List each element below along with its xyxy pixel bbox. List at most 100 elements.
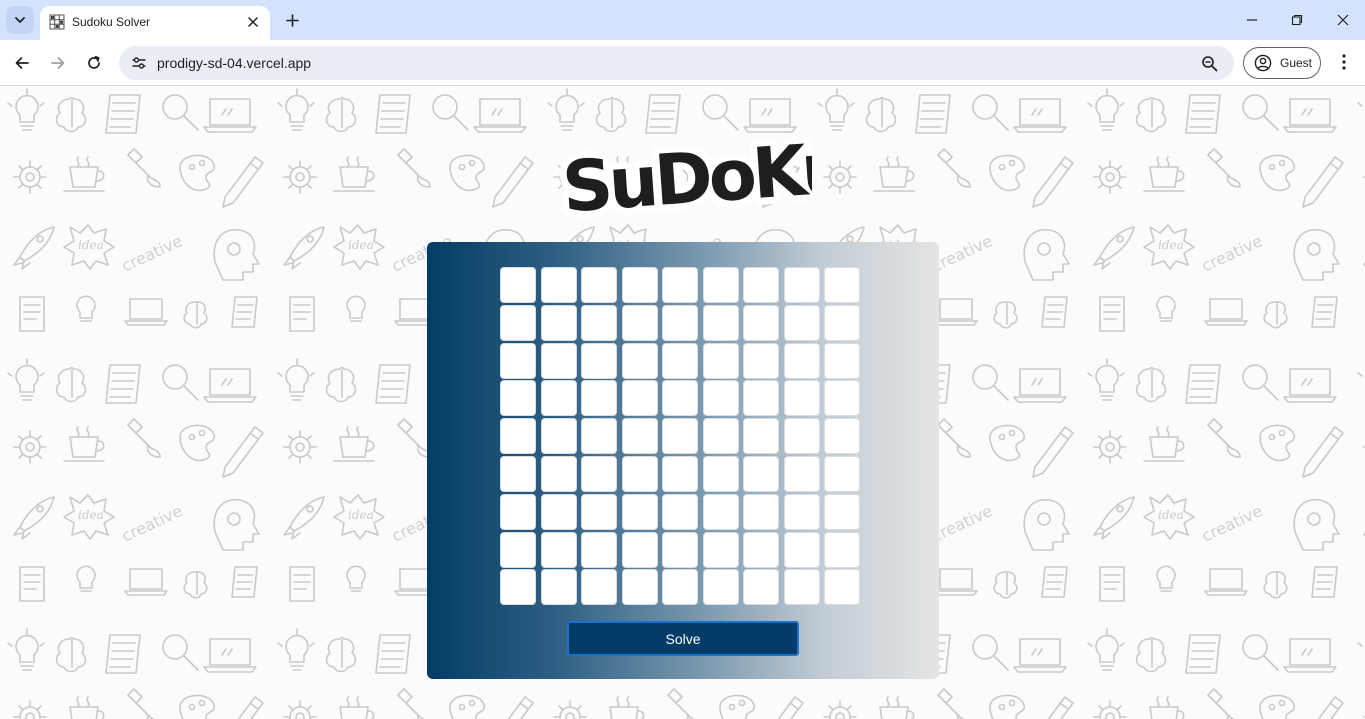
sudoku-cell[interactable]	[581, 531, 617, 568]
sudoku-cell[interactable]	[621, 455, 658, 492]
sudoku-cell[interactable]	[743, 267, 779, 303]
sudoku-cell[interactable]	[743, 569, 779, 606]
sudoku-cell[interactable]	[621, 493, 658, 530]
sudoku-cell[interactable]	[662, 455, 698, 492]
tune-icon	[132, 57, 146, 69]
sudoku-cell[interactable]	[662, 493, 698, 530]
sudoku-cell[interactable]	[621, 569, 658, 606]
sudoku-cell[interactable]	[540, 342, 577, 379]
sudoku-cell[interactable]	[581, 267, 617, 303]
sudoku-cell[interactable]	[500, 531, 536, 568]
minimize-button[interactable]	[1240, 8, 1264, 32]
sudoku-cell[interactable]	[743, 304, 779, 341]
sudoku-cell[interactable]	[621, 304, 658, 341]
sudoku-cell[interactable]	[783, 267, 820, 303]
reload-button[interactable]	[80, 49, 108, 77]
sudoku-cell[interactable]	[783, 531, 820, 568]
sudoku-cell[interactable]	[824, 304, 860, 341]
new-tab-button[interactable]	[280, 8, 304, 32]
sudoku-cell[interactable]	[581, 569, 617, 606]
sudoku-cell[interactable]	[743, 342, 779, 379]
sudoku-cell[interactable]	[500, 304, 536, 341]
sudoku-cell[interactable]	[662, 267, 698, 303]
close-window-button[interactable]	[1331, 8, 1355, 32]
sudoku-cell[interactable]	[662, 342, 698, 379]
back-button[interactable]	[8, 49, 36, 77]
sudoku-cell[interactable]	[824, 267, 860, 303]
browser-tab-active[interactable]: Sudoku Solver	[40, 6, 270, 40]
sudoku-cell[interactable]	[500, 418, 536, 455]
sudoku-cell[interactable]	[540, 531, 577, 568]
sudoku-cell[interactable]	[621, 380, 658, 417]
sudoku-cell[interactable]	[783, 380, 820, 417]
sudoku-cell[interactable]	[662, 569, 698, 606]
sudoku-cell[interactable]	[702, 569, 739, 606]
sudoku-cell[interactable]	[702, 418, 739, 455]
plus-icon	[285, 13, 299, 27]
sudoku-cell[interactable]	[824, 569, 860, 606]
sudoku-cell[interactable]	[500, 455, 536, 492]
sudoku-cell[interactable]	[702, 304, 739, 341]
sudoku-cell[interactable]	[702, 267, 739, 303]
sudoku-cell[interactable]	[783, 455, 820, 492]
sudoku-cell[interactable]	[581, 455, 617, 492]
sudoku-cell[interactable]	[621, 418, 658, 455]
sudoku-cell[interactable]	[540, 304, 577, 341]
sudoku-cell[interactable]	[500, 493, 536, 530]
sudoku-cell[interactable]	[824, 493, 860, 530]
sudoku-cell[interactable]	[824, 418, 860, 455]
sudoku-cell[interactable]	[500, 569, 536, 606]
profile-button[interactable]: Guest	[1243, 47, 1321, 79]
solve-button[interactable]: Solve	[567, 621, 799, 656]
forward-button[interactable]	[44, 49, 72, 77]
site-info-button[interactable]	[127, 51, 151, 75]
tab-close-button[interactable]	[242, 11, 264, 33]
sudoku-cell[interactable]	[540, 455, 577, 492]
sudoku-cell[interactable]	[783, 493, 820, 530]
sudoku-cell[interactable]	[540, 569, 577, 606]
sudoku-cell[interactable]	[581, 342, 617, 379]
sudoku-cell[interactable]	[540, 418, 577, 455]
sudoku-cell[interactable]	[783, 418, 820, 455]
sudoku-cell[interactable]	[581, 493, 617, 530]
sudoku-cell[interactable]	[500, 380, 536, 417]
sudoku-cell[interactable]	[702, 531, 739, 568]
sudoku-cell[interactable]	[581, 380, 617, 417]
sudoku-cell[interactable]	[702, 342, 739, 379]
sudoku-cell[interactable]	[662, 304, 698, 341]
sudoku-cell[interactable]	[540, 267, 577, 303]
sudoku-cell[interactable]	[743, 493, 779, 530]
sudoku-cell[interactable]	[540, 380, 577, 417]
sudoku-cell[interactable]	[743, 531, 779, 568]
sudoku-cell[interactable]	[702, 380, 739, 417]
sudoku-cell[interactable]	[783, 342, 820, 379]
sudoku-cell[interactable]	[662, 418, 698, 455]
sudoku-cell[interactable]	[702, 493, 739, 530]
sudoku-cell[interactable]	[662, 380, 698, 417]
sudoku-cell[interactable]	[500, 342, 536, 379]
sudoku-cell[interactable]	[743, 380, 779, 417]
sudoku-cell[interactable]	[743, 455, 779, 492]
sudoku-cell[interactable]	[500, 267, 536, 303]
restore-button[interactable]	[1285, 8, 1309, 32]
zoom-button[interactable]	[1198, 52, 1220, 74]
sudoku-favicon-icon	[49, 14, 65, 30]
sudoku-cell[interactable]	[581, 418, 617, 455]
sudoku-cell[interactable]	[824, 455, 860, 492]
sudoku-cell[interactable]	[783, 304, 820, 341]
sudoku-cell[interactable]	[581, 304, 617, 341]
sudoku-cell[interactable]	[702, 455, 739, 492]
sudoku-cell[interactable]	[662, 531, 698, 568]
sudoku-cell[interactable]	[621, 342, 658, 379]
address-bar[interactable]: prodigy-sd-04.vercel.app	[119, 46, 1234, 80]
sudoku-cell[interactable]	[743, 418, 779, 455]
sudoku-cell[interactable]	[824, 380, 860, 417]
sudoku-cell[interactable]	[621, 531, 658, 568]
sudoku-cell[interactable]	[783, 569, 820, 606]
browser-menu-button[interactable]	[1332, 50, 1356, 74]
tab-search-button[interactable]	[6, 6, 34, 34]
sudoku-cell[interactable]	[621, 267, 658, 303]
sudoku-cell[interactable]	[824, 531, 860, 568]
sudoku-cell[interactable]	[824, 342, 860, 379]
sudoku-cell[interactable]	[540, 493, 577, 530]
